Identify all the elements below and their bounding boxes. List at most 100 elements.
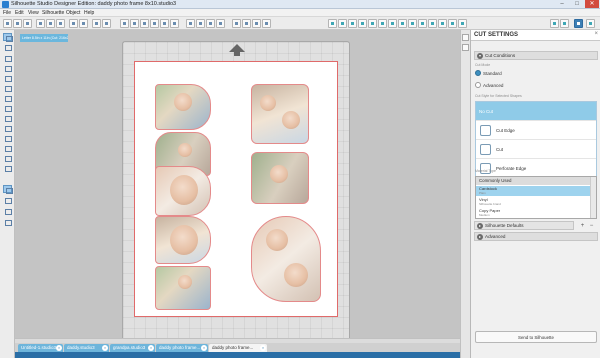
library-icon[interactable] — [550, 19, 559, 28]
offset-icon[interactable] — [408, 19, 417, 28]
minimize-button[interactable]: – — [555, 0, 569, 8]
standard-radio[interactable] — [475, 70, 481, 76]
rounded-rect-tool-icon[interactable] — [3, 74, 12, 82]
line-tool-icon[interactable] — [3, 54, 12, 62]
text-tool-icon[interactable] — [3, 144, 12, 152]
make-compound-icon[interactable] — [206, 19, 215, 28]
freehand-tool-icon[interactable] — [3, 124, 12, 132]
store-icon[interactable] — [560, 19, 569, 28]
tab-untitled[interactable]: Untitled-1.studio3 × — [18, 344, 63, 352]
advanced-section[interactable]: ▸ Advanced — [474, 232, 598, 241]
rectangle-tool-icon[interactable] — [3, 64, 12, 72]
zoom-box-icon[interactable] — [150, 19, 159, 28]
modify-icon[interactable] — [398, 19, 407, 28]
maximize-button[interactable]: □ — [570, 0, 584, 8]
shapes-library-icon[interactable] — [3, 207, 12, 215]
undo-icon[interactable] — [69, 19, 78, 28]
bring-front-icon[interactable] — [232, 19, 241, 28]
align-icon[interactable] — [378, 19, 387, 28]
group-icon[interactable] — [186, 19, 195, 28]
design-area-icon[interactable] — [586, 19, 595, 28]
redo-icon[interactable] — [79, 19, 88, 28]
zoom-fit-icon[interactable] — [160, 19, 169, 28]
tab-daddy-photo-frame[interactable]: daddy photo frame... × — [156, 344, 208, 352]
material-vinyl[interactable]: Vinyl Silhouette brand — [476, 197, 590, 207]
close-tab-icon[interactable]: × — [56, 345, 62, 351]
new-file-icon[interactable] — [3, 19, 12, 28]
transform-icon[interactable] — [438, 19, 447, 28]
close-tab-icon[interactable]: × — [102, 345, 108, 351]
curve-tool-icon[interactable] — [3, 104, 12, 112]
remove-material-icon[interactable]: − — [588, 223, 595, 229]
close-tab-icon[interactable]: × — [260, 345, 266, 351]
arc-tool-icon[interactable] — [3, 114, 12, 122]
trace-icon[interactable] — [418, 19, 427, 28]
release-compound-icon[interactable] — [216, 19, 225, 28]
pointer-tool-icon[interactable] — [3, 33, 13, 42]
send-to-silhouette-button[interactable]: Send to Silhouette — [475, 331, 597, 343]
material-copy-paper[interactable]: Copy Paper Medium — [476, 208, 590, 218]
tab-daddy-photo-frame-active[interactable]: daddy photo frame... × — [209, 344, 267, 352]
advanced-radio[interactable] — [475, 82, 481, 88]
polygon-tool-icon[interactable] — [3, 94, 12, 102]
tab-grandpa[interactable]: grandpa.studio3 × — [110, 344, 155, 352]
dropdown-icon[interactable] — [102, 19, 111, 28]
copy-icon[interactable] — [46, 19, 55, 28]
menu-silhouette[interactable]: Silhouette — [42, 10, 64, 16]
zoom-out-icon[interactable] — [140, 19, 149, 28]
fill-pattern-icon[interactable] — [348, 19, 357, 28]
eraser-tool-icon[interactable] — [3, 154, 12, 162]
style-cut-edge[interactable]: Cut Edge — [476, 121, 596, 140]
photo-letter-d-2[interactable] — [155, 166, 211, 216]
line-style-icon[interactable] — [368, 19, 377, 28]
ungroup-icon[interactable] — [196, 19, 205, 28]
edit-points-icon[interactable] — [3, 43, 12, 51]
line-color-icon[interactable] — [358, 19, 367, 28]
fill-gradient-icon[interactable] — [338, 19, 347, 28]
photo-letter-e[interactable] — [251, 152, 309, 204]
page-setup-icon[interactable] — [448, 19, 457, 28]
menu-view[interactable]: View — [28, 10, 39, 16]
close-panel-icon[interactable]: × — [594, 31, 598, 37]
photo-letter-d[interactable] — [155, 84, 211, 130]
material-cardstock[interactable]: Cardstock Plain — [476, 186, 590, 196]
photo-letter-y[interactable] — [155, 266, 211, 310]
menu-help[interactable]: Help — [84, 10, 94, 16]
style-cut[interactable]: Cut — [476, 140, 596, 159]
registration-marks-icon[interactable] — [3, 185, 13, 194]
menu-file[interactable]: File — [3, 10, 11, 16]
knife-tool-icon[interactable] — [3, 164, 12, 172]
smooth-freehand-icon[interactable] — [3, 134, 12, 142]
fill-color-icon[interactable] — [328, 19, 337, 28]
photo-heart-shape[interactable] — [251, 216, 321, 302]
cut-conditions-section[interactable]: ▾ Cut Conditions — [474, 51, 598, 60]
menu-edit[interactable]: Edit — [15, 10, 24, 16]
zoom-in-icon[interactable] — [130, 19, 139, 28]
tab-daddy[interactable]: daddy.studio3 × — [64, 344, 109, 352]
replicate-icon[interactable] — [388, 19, 397, 28]
bring-forward-icon[interactable] — [252, 19, 261, 28]
silhouette-defaults-row[interactable]: ▸ Silhouette Defaults — [474, 221, 574, 230]
ellipse-tool-icon[interactable] — [3, 84, 12, 92]
material-scrollbar[interactable] — [590, 177, 596, 218]
cut-icon[interactable] — [36, 19, 45, 28]
style-no-cut[interactable]: No Cut — [476, 102, 596, 121]
cut-settings-icon[interactable] — [458, 19, 467, 28]
zoom-page-icon[interactable] — [170, 19, 179, 28]
panel-collapse-icon[interactable] — [462, 44, 469, 51]
panel-toggle-icon[interactable] — [462, 34, 469, 41]
photo-letter-d-3[interactable] — [155, 216, 211, 264]
grid-icon[interactable] — [3, 196, 12, 204]
menu-object[interactable]: Object — [66, 10, 80, 16]
save-icon[interactable] — [23, 19, 32, 28]
close-tab-icon[interactable]: × — [148, 345, 154, 351]
open-file-icon[interactable] — [13, 19, 22, 28]
add-material-icon[interactable]: + — [579, 223, 586, 229]
select-icon[interactable] — [92, 19, 101, 28]
send-back-icon[interactable] — [242, 19, 251, 28]
design-page[interactable] — [134, 61, 338, 317]
photo-letter-m[interactable] — [251, 84, 309, 144]
text-style-icon[interactable] — [428, 19, 437, 28]
send-to-silhouette-icon[interactable] — [574, 19, 583, 28]
close-window-button[interactable]: ✕ — [585, 0, 599, 8]
